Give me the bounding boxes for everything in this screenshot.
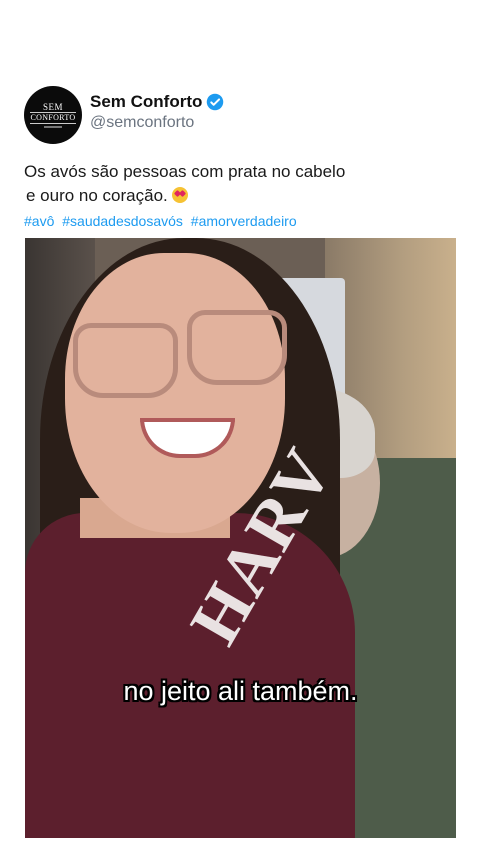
avatar-text-line1: SEM [42, 102, 63, 112]
hashtag-amorverdadeiro[interactable]: #amorverdadeiro [191, 213, 297, 229]
heart-eyes-emoji-icon [171, 187, 188, 203]
glasses-right-lens [187, 310, 287, 385]
user-handle[interactable]: @semconforto [90, 114, 224, 132]
hashtags: #avô #saudadesdosavós #amorverdadeiro [24, 213, 301, 229]
post-header: SEM CONFORTO Sem Conforto @semconforto [24, 86, 224, 144]
post-text-line2-row: e ouro no coração. [24, 184, 345, 208]
glasses-left-lens [73, 323, 178, 398]
video-caption: no jeito ali também. [123, 676, 358, 706]
post-text-line2: e ouro no coração. [26, 186, 168, 205]
avatar-text-line2: CONFORTO [29, 112, 77, 124]
display-name[interactable]: Sem Conforto [90, 92, 202, 112]
author-info: Sem Conforto @semconforto [90, 92, 224, 132]
avatar[interactable]: SEM CONFORTO [24, 86, 82, 144]
name-row: Sem Conforto [90, 92, 224, 112]
verified-badge-icon [207, 93, 224, 111]
post-text: Os avós são pessoas com prata no cabelo … [24, 160, 345, 208]
hashtag-avo[interactable]: #avô [24, 213, 54, 229]
hashtag-saudadesdosavos[interactable]: #saudadesdosavós [62, 213, 183, 229]
video-frame[interactable]: HARV no jeito ali também. [25, 238, 456, 838]
post-text-line1: Os avós são pessoas com prata no cabelo [24, 162, 346, 181]
avatar-underline [44, 126, 62, 128]
